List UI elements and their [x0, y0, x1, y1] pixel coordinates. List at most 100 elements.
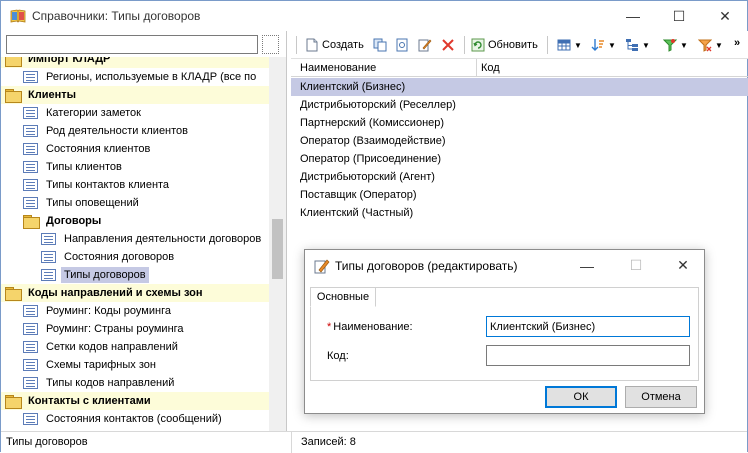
list-document-icon	[41, 251, 56, 263]
delete-x-icon	[442, 39, 454, 51]
list-document-icon	[23, 413, 38, 425]
tree-item-label: Коды направлений и схемы зон	[28, 287, 203, 299]
tree-folder[interactable]: Договоры	[1, 212, 269, 230]
columns-menu-button[interactable]: ▼	[557, 35, 582, 55]
toolbar-separator	[464, 36, 465, 54]
table-row[interactable]: Дистрибьюторский (Агент)	[291, 168, 748, 186]
list-document-icon	[23, 161, 38, 173]
edit-pencil-icon	[314, 259, 330, 274]
tree-item[interactable]: Типы контактов клиента	[1, 176, 269, 194]
dialog-close-button[interactable]: ✕	[660, 250, 706, 281]
ok-button[interactable]: ОК	[545, 386, 617, 408]
tree-item[interactable]: Род деятельности клиентов	[1, 122, 269, 140]
cell-name: Поставщик (Оператор)	[300, 189, 417, 201]
tree-item-label: Контакты с клиентами	[28, 395, 151, 407]
tree-scrollbar[interactable]	[269, 57, 286, 431]
tree-item[interactable]: Типы договоров	[1, 266, 269, 284]
new-document-icon	[306, 38, 318, 52]
clear-filter-menu-button[interactable]: ▼	[698, 35, 723, 55]
tree-item[interactable]: Роуминг: Коды роуминга	[1, 302, 269, 320]
tree-search-input[interactable]	[6, 35, 258, 54]
tree-item-label: Состояния договоров	[64, 251, 175, 263]
tree-item[interactable]: Сетки кодов направлений	[1, 338, 269, 356]
tree-search-button[interactable]	[262, 35, 279, 54]
column-header-code[interactable]: Код	[481, 62, 500, 74]
table-row[interactable]: Оператор (Взаимодействие)	[291, 132, 748, 150]
list-document-icon	[23, 125, 38, 137]
refresh-button[interactable]: Обновить	[471, 35, 538, 55]
toolbar-separator	[547, 36, 548, 54]
copy-button[interactable]	[373, 35, 390, 55]
list-document-icon	[23, 359, 38, 371]
column-divider[interactable]	[476, 59, 477, 77]
table-row[interactable]: Клиентский (Частный)	[291, 204, 748, 222]
table-row[interactable]: Поставщик (Оператор)	[291, 186, 748, 204]
code-field-label: Код:	[327, 350, 349, 362]
status-record-count: Записей: 8	[301, 436, 356, 448]
close-button[interactable]: ✕	[702, 1, 748, 31]
minimize-button[interactable]: —	[610, 1, 656, 31]
cell-name: Дистрибьюторский (Реселлер)	[300, 99, 456, 111]
chevron-down-icon: ▼	[608, 40, 616, 50]
tree-item-label: Регионы, используемые в КЛАДР (все по	[46, 71, 257, 83]
tab-main[interactable]: Основные	[310, 287, 376, 307]
tree-folder[interactable]: Клиенты	[1, 86, 269, 104]
required-marker: *	[327, 321, 332, 333]
list-document-icon	[23, 323, 38, 335]
grid-header: Наименование Код	[291, 59, 748, 77]
tree-folder[interactable]: Импорт КЛАДР	[1, 57, 269, 68]
tree-item-label: Род деятельности клиентов	[46, 125, 189, 137]
tree-item[interactable]: Роуминг: Страны роуминга	[1, 320, 269, 338]
edit-button[interactable]	[418, 35, 435, 55]
list-document-icon	[23, 71, 38, 83]
create-button[interactable]: Создать	[305, 35, 364, 55]
tree-view-menu-button[interactable]: ▼	[625, 35, 650, 55]
create-button-label: Создать	[322, 39, 364, 51]
chevron-down-icon: ▼	[642, 40, 650, 50]
cancel-button[interactable]: Отмена	[625, 386, 697, 408]
refresh-button-label: Обновить	[488, 39, 538, 51]
dialog-minimize-button[interactable]: —	[564, 250, 610, 281]
tree-item-label: Роуминг: Коды роуминга	[46, 305, 171, 317]
table-row[interactable]: Партнерский (Комиссионер)	[291, 114, 748, 132]
tree-item[interactable]: Типы кодов направлений	[1, 374, 269, 392]
tree-item[interactable]: Регионы, используемые в КЛАДР (все по	[1, 68, 269, 86]
tree-scrollbar-thumb[interactable]	[272, 219, 283, 279]
tree-folder[interactable]: Контакты с клиентами	[1, 392, 269, 410]
code-field[interactable]	[486, 345, 690, 366]
tree-item-label: Направления деятельности договоров	[64, 233, 262, 245]
toolbar-overflow-button[interactable]: »	[734, 33, 740, 53]
table-row[interactable]: Дистрибьюторский (Реселлер)	[291, 96, 748, 114]
sort-menu-button[interactable]: ▼	[591, 35, 616, 55]
maximize-button[interactable]: ☐	[656, 1, 702, 31]
tree-item[interactable]: Типы клиентов	[1, 158, 269, 176]
tree-item[interactable]: Типы оповещений	[1, 194, 269, 212]
filter-menu-button[interactable]: ▼	[663, 35, 688, 55]
tree-item[interactable]: Направления деятельности договоров	[1, 230, 269, 248]
tree-folder[interactable]: Коды направлений и схемы зон	[1, 284, 269, 302]
tree-item-label: Схемы тарифных зон	[46, 359, 156, 371]
edit-pencil-icon	[418, 39, 432, 52]
column-header-name[interactable]: Наименование	[300, 62, 376, 74]
table-row[interactable]: Клиентский (Бизнес)	[291, 78, 748, 96]
tree-item[interactable]: Схемы тарифных зон	[1, 356, 269, 374]
tree-item-label: Типы оповещений	[46, 197, 139, 209]
tree-item-label: Роуминг: Страны роуминга	[46, 323, 184, 335]
tree-item[interactable]: Состояния клиентов	[1, 140, 269, 158]
filter-funnel-icon	[663, 39, 677, 52]
list-document-icon	[23, 197, 38, 209]
name-field[interactable]	[486, 316, 690, 337]
name-label-text: Наименование:	[333, 321, 413, 333]
tree-item[interactable]: Категории заметок	[1, 104, 269, 122]
sort-icon	[591, 39, 604, 51]
view-button[interactable]	[395, 35, 412, 55]
list-document-icon	[23, 143, 38, 155]
table-row[interactable]: Оператор (Присоединение)	[291, 150, 748, 168]
title-bar: Справочники: Типы договоров — ☐ ✕	[1, 1, 747, 31]
main-window: Справочники: Типы договоров — ☐ ✕ Импорт…	[0, 0, 748, 453]
tree-item[interactable]: Состояния контактов (сообщений)	[1, 410, 269, 428]
tree-item[interactable]: Состояния договоров	[1, 248, 269, 266]
dialog-title: Типы договоров (редактировать)	[335, 259, 518, 273]
delete-button[interactable]	[441, 35, 458, 55]
chevron-down-icon: ▼	[680, 40, 688, 50]
